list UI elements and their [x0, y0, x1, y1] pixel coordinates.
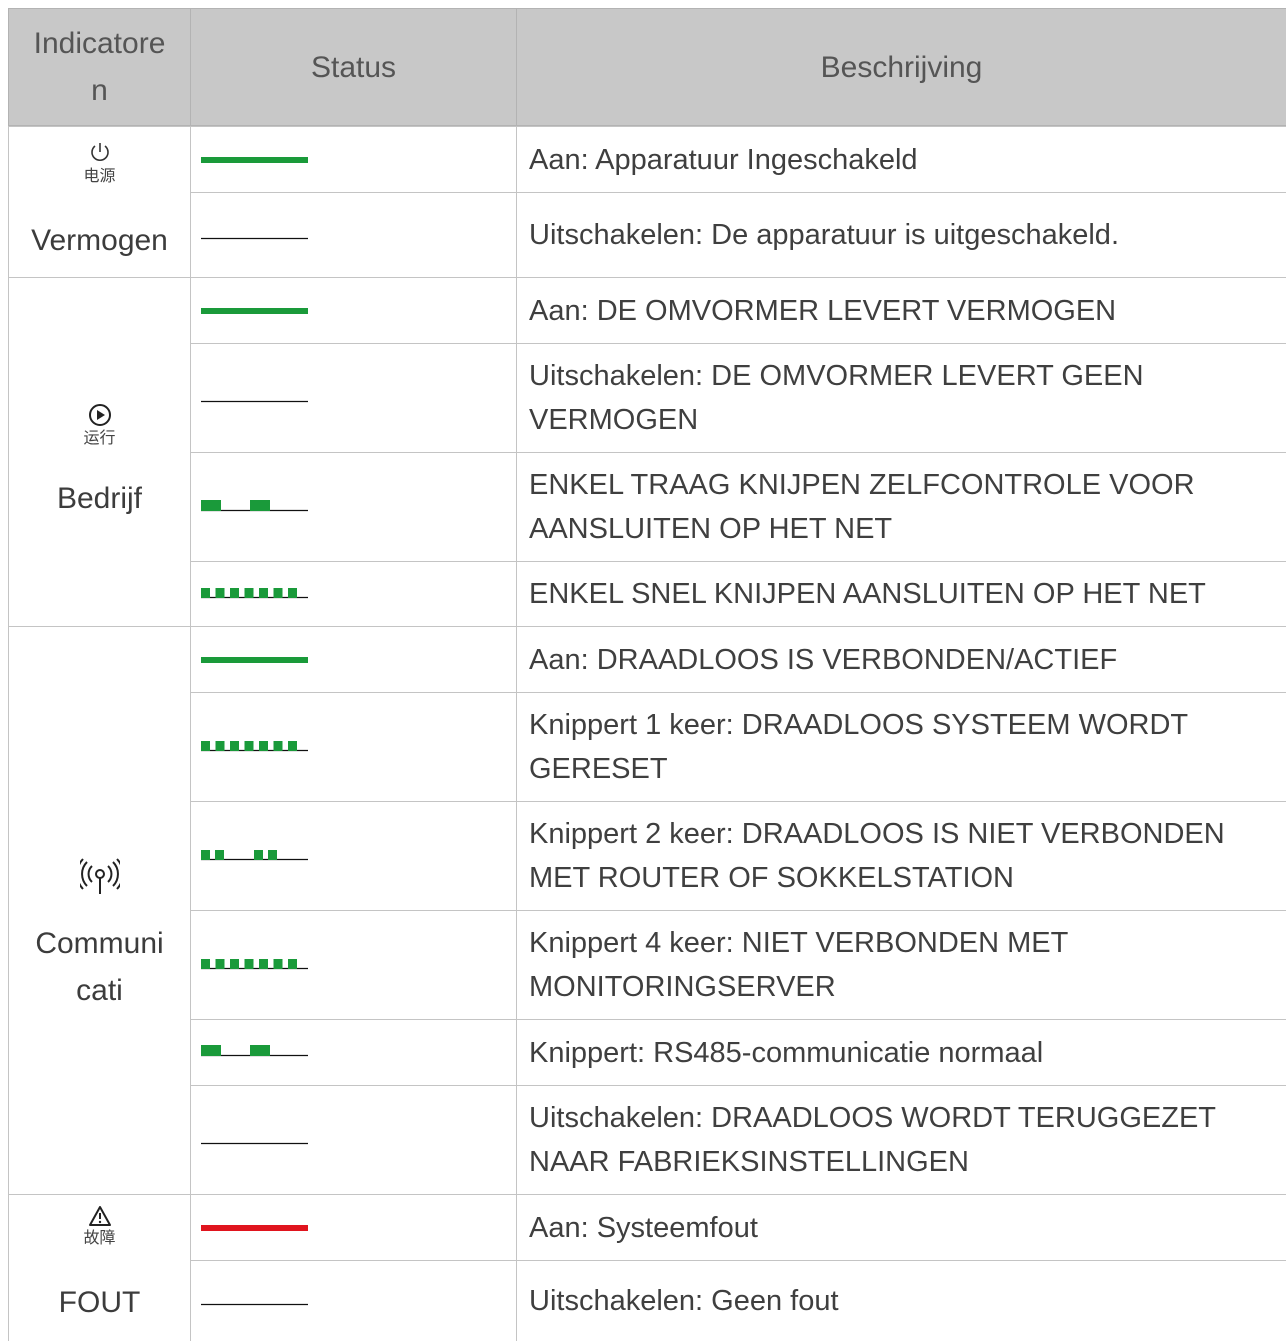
header-description-label: Beschrijving: [820, 50, 983, 84]
wireless-signal-icon: [79, 857, 120, 894]
description-text: Uitschakelen: DRAADLOOS WORDT TERUGGEZET…: [529, 1102, 1216, 1178]
description-cell: Aan: Systeemfout: [516, 1194, 1286, 1260]
description-text: Knippert 4 keer: NIET VERBONDEN MET MONI…: [529, 927, 1068, 1003]
description-cell: Aan: DE OMVORMER LEVERT VERMOGEN: [516, 277, 1286, 343]
header-indicator: Indicatore n: [8, 8, 191, 126]
description-text: Aan: DE OMVORMER LEVERT VERMOGEN: [529, 294, 1117, 327]
led-layer: [190, 8, 517, 1341]
power-icon: [90, 142, 109, 161]
indicator-cell-operation: 运行 Bedrijf: [8, 277, 190, 626]
description-text: Aan: Apparatuur Ingeschakeld: [529, 143, 918, 176]
description-text: Uitschakelen: De apparatuur is uitgescha…: [529, 219, 1119, 251]
indicator-name-line2: cati: [76, 973, 123, 1007]
indicator-cell-communication: Communi cati: [8, 626, 190, 1194]
warning-icon: [88, 1206, 111, 1226]
indicator-table: Indicatore n Status Beschrijving 电源 Vermo…: [8, 8, 1286, 1341]
description-cell: Knippert 2 keer: DRAADLOOS IS NIET VERBO…: [516, 801, 1286, 910]
indicator-name: FOUT: [58, 1286, 141, 1319]
description-text: Knippert 1 keer: DRAADLOOS SYSTEEM WORDT…: [529, 709, 1188, 785]
description-text: Knippert 2 keer: DRAADLOOS IS NIET VERBO…: [529, 818, 1225, 894]
description-text: Uitschakelen: DE OMVORMER LEVERT GEEN VE…: [529, 360, 1144, 436]
indicator-caption: 电源: [83, 167, 116, 185]
indicator-caption: 运行: [83, 429, 116, 447]
description-text: ENKEL TRAAG KNIJPEN ZELFCONTROLE VOOR AA…: [529, 469, 1195, 545]
indicator-name: Vermogen: [31, 223, 168, 257]
description-cell: Uitschakelen: DE OMVORMER LEVERT GEEN VE…: [516, 343, 1286, 452]
description-text: Uitschakelen: Geen fout: [529, 1285, 839, 1317]
description-cell: Aan: Apparatuur Ingeschakeld: [516, 126, 1286, 192]
description-text: Knippert: RS485-communicatie normaal: [529, 1036, 1044, 1069]
description-cell: Aan: DRAADLOOS IS VERBONDEN/ACTIEF: [516, 626, 1286, 692]
description-cell: ENKEL SNEL KNIJPEN AANSLUITEN OP HET NET: [516, 561, 1286, 626]
indicator-cell-fault: 故障 FOUT: [8, 1194, 190, 1341]
description-cell: Uitschakelen: DRAADLOOS WORDT TERUGGEZET…: [516, 1085, 1286, 1194]
description-cell: ENKEL TRAAG KNIJPEN ZELFCONTROLE VOOR AA…: [516, 452, 1286, 561]
indicator-name: Bedrijf: [56, 481, 143, 515]
header-indicator-line1: Indicatore: [33, 27, 166, 60]
description-cell: Knippert: RS485-communicatie normaal: [516, 1019, 1286, 1085]
description-text: Aan: DRAADLOOS IS VERBONDEN/ACTIEF: [529, 643, 1118, 676]
indicator-name: Communi: [35, 926, 164, 960]
description-text: Aan: Systeemfout: [529, 1211, 758, 1244]
indicator-caption: 故障: [83, 1230, 116, 1247]
header-description: Beschrijving: [516, 8, 1286, 126]
description-text: ENKEL SNEL KNIJPEN AANSLUITEN OP HET NET: [529, 578, 1206, 610]
indicator-cell-power: 电源 Vermogen: [8, 126, 190, 277]
header-indicator-line2: n: [91, 74, 108, 107]
description-cell: Uitschakelen: De apparatuur is uitgescha…: [516, 192, 1286, 277]
description-cell: Knippert 1 keer: DRAADLOOS SYSTEEM WORDT…: [516, 692, 1286, 801]
play-icon: [88, 403, 111, 426]
description-cell: Knippert 4 keer: NIET VERBONDEN MET MONI…: [516, 910, 1286, 1019]
description-cell: Uitschakelen: Geen fout: [516, 1260, 1286, 1341]
